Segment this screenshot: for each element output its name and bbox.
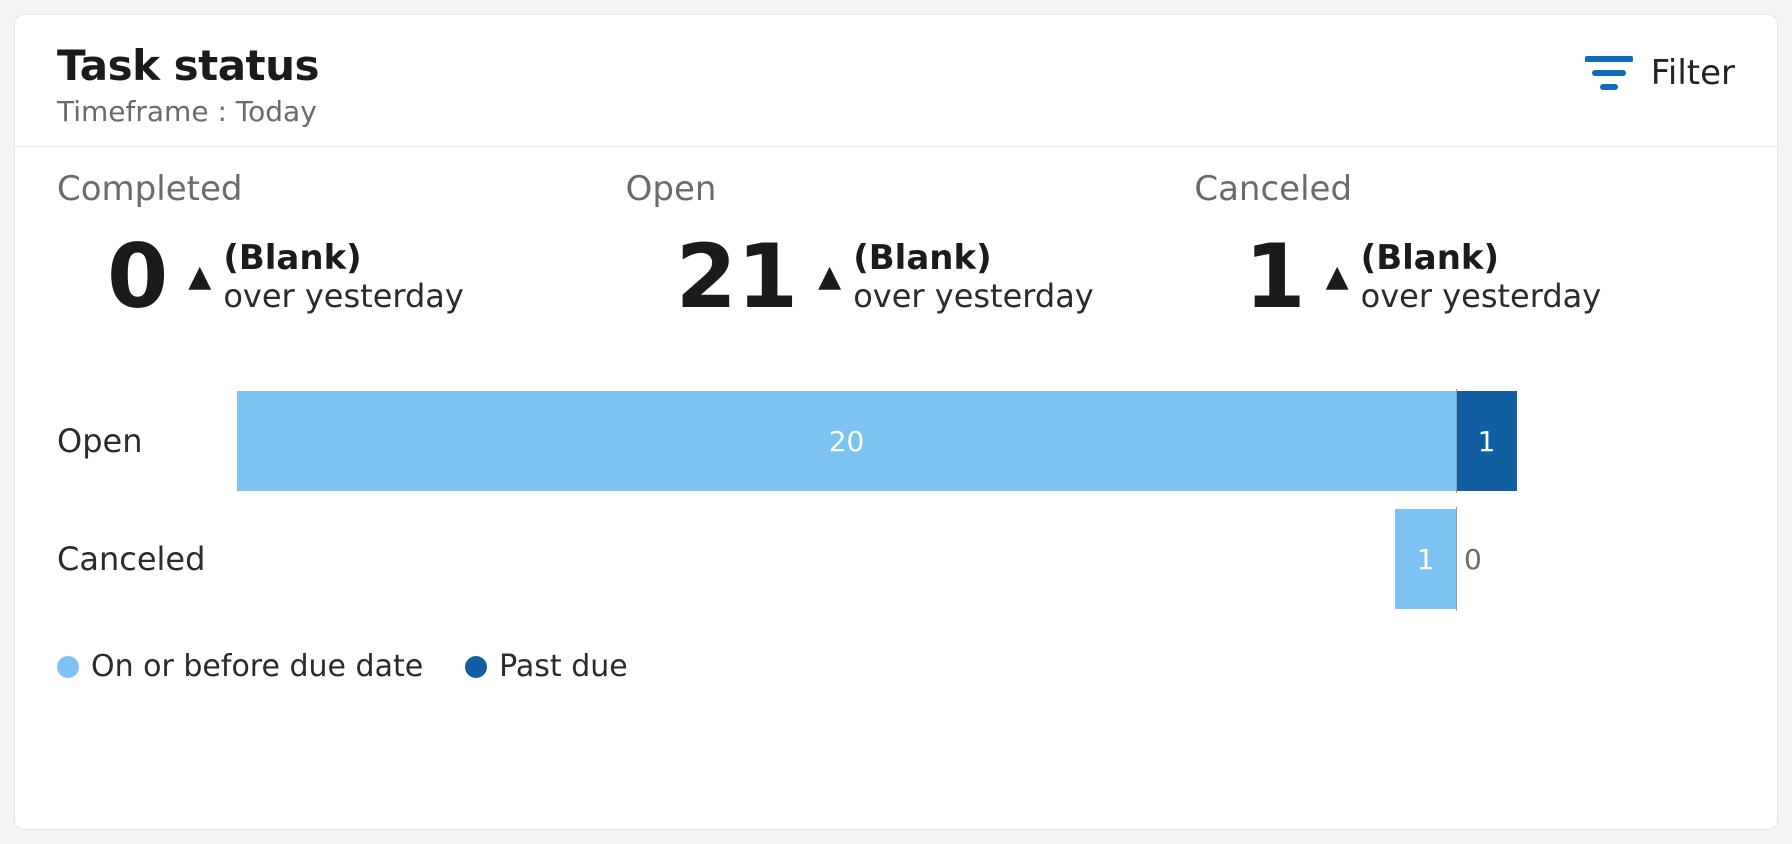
kpi-delta-text: (Blank) over yesterday bbox=[223, 239, 464, 315]
kpi-delta-caption: over yesterday bbox=[223, 278, 464, 315]
filter-icon bbox=[1585, 55, 1633, 91]
legend-dot-icon bbox=[57, 656, 79, 678]
chart-row-label: Open bbox=[57, 422, 237, 460]
chart-bar-track: 10 bbox=[237, 509, 1517, 609]
kpi-open: Open 21 ▲ (Blank) over yesterday bbox=[626, 169, 1167, 321]
kpi-delta: ▲ (Blank) over yesterday bbox=[818, 239, 1094, 315]
axis-line bbox=[1456, 389, 1457, 493]
kpi-completed: Completed 0 ▲ (Blank) over yesterday bbox=[57, 169, 598, 321]
legend-dot-icon bbox=[465, 656, 487, 678]
card-titles: Task status Timeframe : Today bbox=[57, 43, 319, 128]
card-header: Task status Timeframe : Today Filter bbox=[15, 15, 1777, 147]
bar-segment-past-due[interactable]: 1 bbox=[1456, 391, 1517, 491]
chart-legend: On or before due date Past due bbox=[57, 649, 1735, 684]
trend-up-icon: ▲ bbox=[1326, 262, 1349, 292]
kpi-delta-text: (Blank) over yesterday bbox=[1361, 239, 1602, 315]
kpi-row: Completed 0 ▲ (Blank) over yesterday Ope… bbox=[57, 169, 1735, 321]
kpi-delta-value: (Blank) bbox=[223, 239, 464, 278]
kpi-body: 21 ▲ (Blank) over yesterday bbox=[626, 233, 1167, 321]
chart: Open201Canceled10 bbox=[57, 391, 1735, 627]
legend-label: Past due bbox=[499, 649, 628, 684]
legend-label: On or before due date bbox=[91, 649, 423, 684]
kpi-delta-value: (Blank) bbox=[1361, 239, 1602, 278]
card-body: Completed 0 ▲ (Blank) over yesterday Ope… bbox=[15, 147, 1777, 829]
bar-segment-on-or-before[interactable]: 1 bbox=[1395, 509, 1456, 609]
chart-row: Open201 bbox=[57, 391, 1735, 491]
kpi-delta-text: (Blank) over yesterday bbox=[853, 239, 1094, 315]
kpi-value: 1 bbox=[1194, 233, 1305, 321]
filter-button[interactable]: Filter bbox=[1585, 43, 1735, 93]
filter-label: Filter bbox=[1651, 53, 1735, 93]
kpi-body: 0 ▲ (Blank) over yesterday bbox=[57, 233, 598, 321]
kpi-delta-value: (Blank) bbox=[853, 239, 1094, 278]
card-title: Task status bbox=[57, 43, 319, 89]
card-subtitle: Timeframe : Today bbox=[57, 95, 319, 128]
trend-up-icon: ▲ bbox=[818, 262, 841, 292]
kpi-label: Open bbox=[626, 169, 1167, 209]
chart-bar-track: 201 bbox=[237, 391, 1517, 491]
kpi-label: Canceled bbox=[1194, 169, 1735, 209]
kpi-delta-caption: over yesterday bbox=[853, 278, 1094, 315]
kpi-value: 21 bbox=[626, 233, 798, 321]
task-status-card: Task status Timeframe : Today Filter Com… bbox=[14, 14, 1778, 830]
bar-segment-past-due-label: 0 bbox=[1464, 543, 1482, 576]
kpi-delta: ▲ (Blank) over yesterday bbox=[1326, 239, 1602, 315]
kpi-delta: ▲ (Blank) over yesterday bbox=[188, 239, 464, 315]
axis-line bbox=[1456, 507, 1457, 611]
kpi-label: Completed bbox=[57, 169, 598, 209]
legend-item-on-or-before[interactable]: On or before due date bbox=[57, 649, 423, 684]
kpi-delta-caption: over yesterday bbox=[1361, 278, 1602, 315]
kpi-canceled: Canceled 1 ▲ (Blank) over yesterday bbox=[1194, 169, 1735, 321]
trend-up-icon: ▲ bbox=[188, 262, 211, 292]
legend-item-past-due[interactable]: Past due bbox=[465, 649, 628, 684]
kpi-body: 1 ▲ (Blank) over yesterday bbox=[1194, 233, 1735, 321]
bar-segment-on-or-before[interactable]: 20 bbox=[237, 391, 1456, 491]
chart-row: Canceled10 bbox=[57, 509, 1735, 609]
kpi-value: 0 bbox=[57, 233, 168, 321]
chart-row-label: Canceled bbox=[57, 540, 237, 578]
